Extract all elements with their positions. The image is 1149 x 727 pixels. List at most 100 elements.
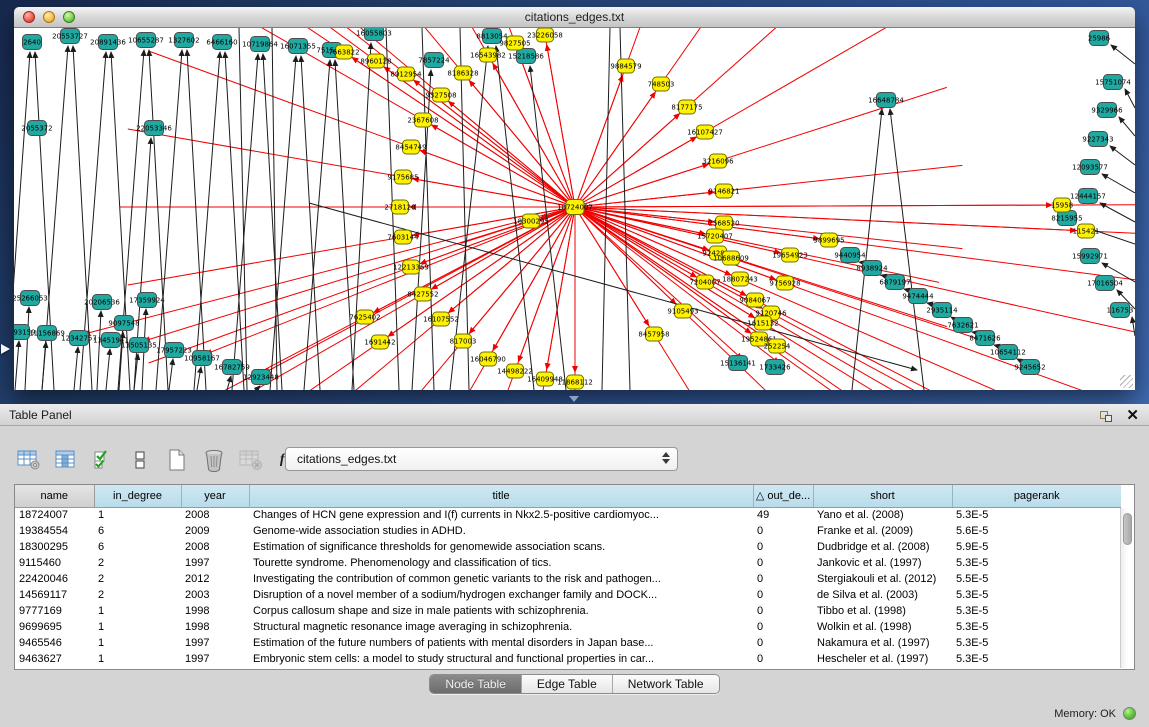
network-window[interactable]: citations_edges.txt 26402055372720891436… xyxy=(14,7,1135,390)
table-selector-dropdown[interactable]: citations_edges.txt xyxy=(285,447,678,471)
graph-edge xyxy=(335,60,354,390)
tab-network-table[interactable]: Network Table xyxy=(612,675,719,693)
network-svg[interactable]: 2640205537272089143610655287132760264661… xyxy=(14,28,1135,390)
graph-node-label: 8177175 xyxy=(671,104,702,112)
table-row[interactable]: 1456911722003Disruption of a novel membe… xyxy=(15,587,1121,603)
graph-node-label: 16046790 xyxy=(470,356,506,364)
table-row[interactable]: 969969511998Structural magnetic resonanc… xyxy=(15,619,1121,635)
graph-node-label: 12093577 xyxy=(1072,164,1108,172)
scrollbar-thumb[interactable] xyxy=(1123,513,1132,545)
graph-edge xyxy=(74,347,78,390)
graph-node-label: 1327602 xyxy=(168,37,199,45)
column-header-pagerank[interactable]: pagerank xyxy=(952,485,1121,507)
graph-node-label: 17957223 xyxy=(156,347,192,355)
column-header-year[interactable]: year xyxy=(181,485,249,507)
row-height-icon[interactable] xyxy=(127,446,153,474)
show-columns-icon[interactable] xyxy=(53,446,79,474)
status-bar: Memory: OK xyxy=(0,700,1149,727)
graph-edge xyxy=(187,50,206,390)
graph-node-label: 16543982 xyxy=(470,52,506,60)
table-panel: Table Panel ✕ f(x) citations_edges.txt n… xyxy=(0,404,1149,727)
graph-node-label: 2055372 xyxy=(21,125,52,133)
graph-edge xyxy=(1132,317,1135,336)
graph-edge xyxy=(575,207,649,326)
minimize-window-button[interactable] xyxy=(43,11,55,23)
graph-node-label: 9227343 xyxy=(1082,136,1113,144)
graph-edge xyxy=(97,311,101,390)
graph-node-label: 116753 xyxy=(1107,307,1134,315)
new-column-icon[interactable] xyxy=(164,446,190,474)
table-scrollbar[interactable] xyxy=(1120,508,1133,668)
table-row[interactable]: 1872400712008Changes of HCN gene express… xyxy=(15,507,1121,523)
graph-node-label: 11156869 xyxy=(29,330,65,338)
resize-grip-icon[interactable] xyxy=(1120,375,1133,388)
graph-node-label: 7603144 xyxy=(387,234,419,242)
splitter-handle-icon[interactable] xyxy=(569,396,579,402)
graph-edge xyxy=(575,164,708,207)
graph-node-label: 9884579 xyxy=(610,63,641,71)
graph-node-label: 23226058 xyxy=(527,32,563,40)
graph-edge xyxy=(42,342,46,390)
network-window-titlebar[interactable]: citations_edges.txt xyxy=(14,7,1135,28)
column-header-out_de[interactable]: △ out_de... xyxy=(753,485,813,507)
attribute-table: namein_degreeyeartitle△ out_de...shortpa… xyxy=(15,485,1121,667)
graph-edge xyxy=(575,192,714,207)
select-rows-icon[interactable] xyxy=(90,446,116,474)
float-panel-icon[interactable] xyxy=(1100,409,1114,422)
column-header-name[interactable]: name xyxy=(15,485,94,507)
graph-node-label: 9327508 xyxy=(425,92,456,100)
graph-node-label: 9105493 xyxy=(667,308,698,316)
table-row[interactable]: 977716911998Corpus callosum shape and si… xyxy=(15,603,1121,619)
graph-node-label: 7632621 xyxy=(947,322,978,330)
network-canvas[interactable]: 2640205537272089143610655287132760264661… xyxy=(14,28,1135,390)
table-row[interactable]: 2242004622012Investigating the contribut… xyxy=(15,571,1121,587)
graph-node-label: 8186328 xyxy=(447,70,478,78)
graph-node-label: 9146821 xyxy=(708,188,739,196)
table-row[interactable]: 946554611997Estimation of the future num… xyxy=(15,635,1121,651)
graph-edge xyxy=(25,307,29,390)
graph-node-label: 9097548 xyxy=(108,320,139,328)
delete-columns-icon[interactable] xyxy=(201,446,227,474)
column-header-title[interactable]: title xyxy=(249,485,753,507)
graph-edge xyxy=(575,205,1052,207)
close-panel-icon[interactable]: ✕ xyxy=(1126,408,1139,423)
graph-node-label: 12923448 xyxy=(243,374,279,382)
column-header-short[interactable]: short xyxy=(813,485,952,507)
graph-edge xyxy=(575,207,1064,390)
table-row[interactable]: 1830029562008Estimation of significance … xyxy=(15,539,1121,555)
graph-node-label: 8457958 xyxy=(638,331,669,339)
graph-node-label: 1691442 xyxy=(364,339,395,347)
close-window-button[interactable] xyxy=(23,11,35,23)
zoom-window-button[interactable] xyxy=(63,11,75,23)
mouse-cursor-icon xyxy=(1,344,10,354)
graph-node-label: 16055803 xyxy=(356,30,392,38)
graph-edge xyxy=(84,207,575,334)
memory-status-label: Memory: OK xyxy=(1054,708,1116,720)
graph-node-label: 2640 xyxy=(23,39,41,47)
graph-node-label: 10654112 xyxy=(990,349,1026,357)
graph-node-label: 15720407 xyxy=(697,233,733,241)
tab-node-table[interactable]: Node Table xyxy=(430,675,521,693)
table-settings-icon[interactable] xyxy=(16,446,42,474)
tab-edge-table[interactable]: Edge Table xyxy=(521,675,612,693)
graph-node-label: 8938924 xyxy=(856,265,888,273)
table-row[interactable]: 946362711997Embryonic stem cells: a mode… xyxy=(15,651,1121,667)
graph-node-label: 9756928 xyxy=(769,280,800,288)
graph-node-label: 20553727 xyxy=(52,33,88,41)
graph-node-label: 15218586 xyxy=(508,53,544,61)
graph-node-label: 18300295 xyxy=(513,218,549,226)
graph-node-label: 8471626 xyxy=(969,335,1001,343)
graph-node-label: 25986 xyxy=(1088,35,1111,43)
graph-edge xyxy=(575,92,655,207)
graph-node-label: 1733426 xyxy=(759,364,791,372)
graph-node-label: 8912954 xyxy=(390,71,422,79)
graph-node-label: 10958167 xyxy=(184,355,220,363)
table-row[interactable]: 911546021997Tourette syndrome. Phenomeno… xyxy=(15,555,1121,571)
table-tabs-bar: Node TableEdge TableNetwork Table xyxy=(0,674,1149,694)
window-title: citations_edges.txt xyxy=(14,7,1135,27)
graph-node-label: 16107552 xyxy=(423,316,459,324)
graph-node-label: 11868112 xyxy=(557,379,593,387)
table-row[interactable]: 1938455462009Genome-wide association stu… xyxy=(15,523,1121,539)
graph-node-label: 1615132 xyxy=(747,320,778,328)
column-header-in_degree[interactable]: in_degree xyxy=(94,485,181,507)
